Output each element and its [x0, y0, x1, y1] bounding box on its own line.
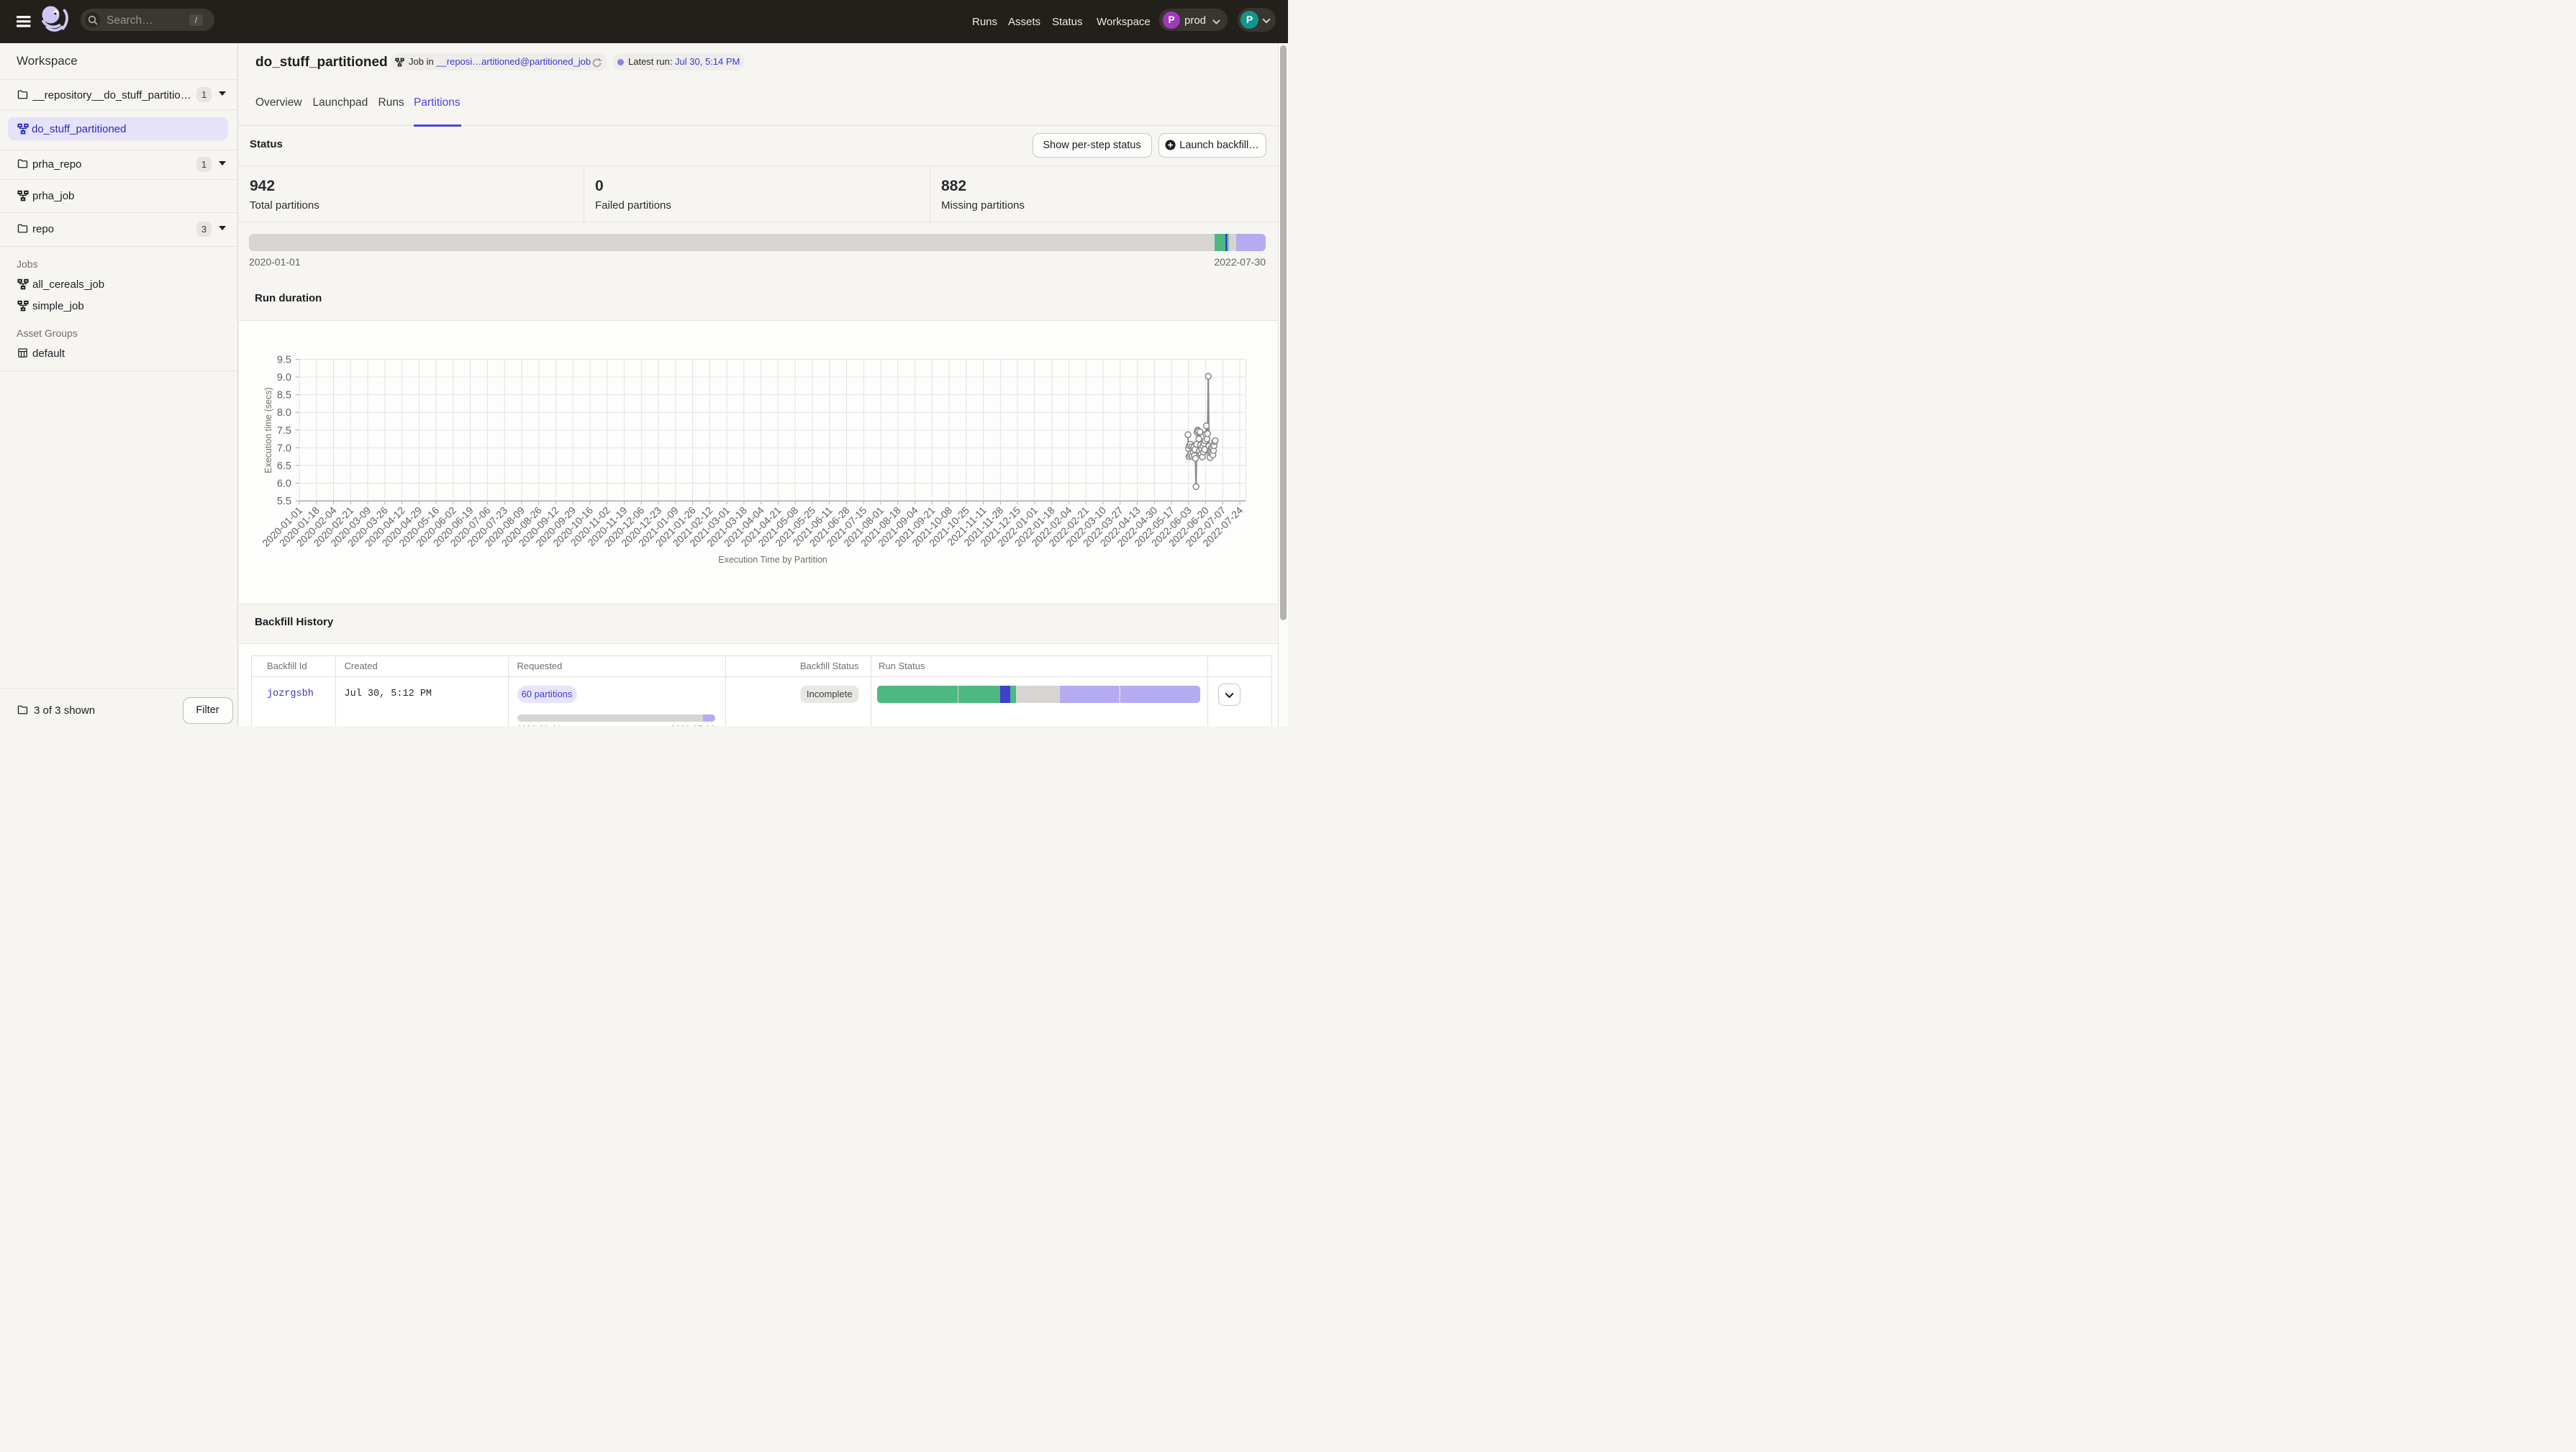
svg-text:9.5: 9.5 — [277, 354, 291, 366]
svg-text:7.5: 7.5 — [277, 425, 291, 437]
svg-text:Execution Time by Partition: Execution Time by Partition — [718, 555, 827, 565]
svg-text:7.0: 7.0 — [277, 443, 291, 454]
svg-text:6.0: 6.0 — [277, 478, 291, 490]
svg-text:8.5: 8.5 — [277, 390, 291, 401]
svg-text:9.0: 9.0 — [277, 372, 291, 384]
svg-text:8.0: 8.0 — [277, 407, 291, 419]
svg-text:6.5: 6.5 — [277, 460, 291, 472]
svg-text:5.5: 5.5 — [277, 496, 291, 507]
svg-text:Execution time (secs): Execution time (secs) — [263, 387, 273, 473]
